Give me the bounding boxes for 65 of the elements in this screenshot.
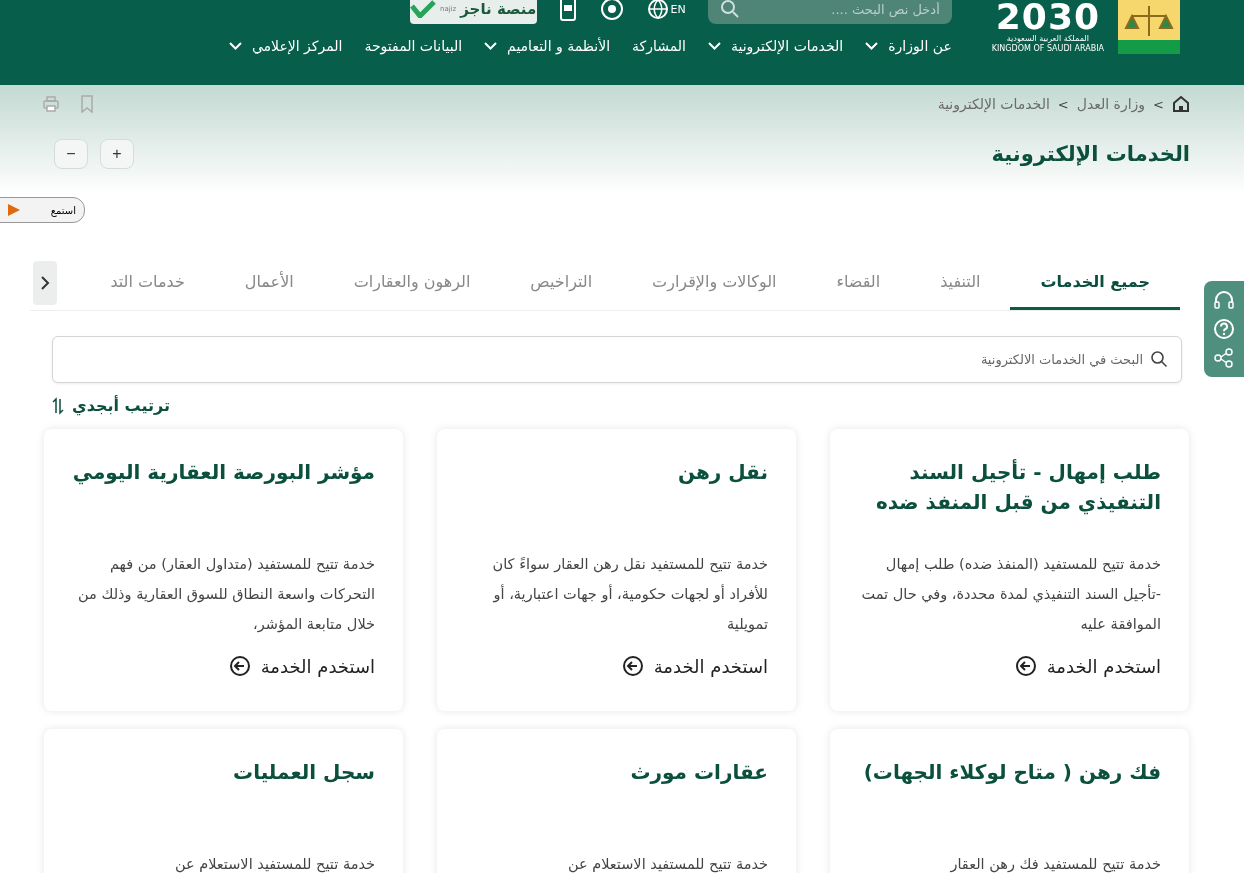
ministry-emblem-logo <box>1118 0 1180 54</box>
chevron-down-icon <box>865 42 879 50</box>
service-title: طلب إمهال - تأجيل السند التنفيذي من قبل المنفذ ضده <box>874 458 1161 517</box>
search-icon <box>1150 350 1168 368</box>
category-tab[interactable]: الأعمال <box>214 255 324 310</box>
service-description: خدمة تتيح للمستفيد نقل رهن العقار سواءً كان للأفراد أو لجهات حكومية، أو جهات اعتبارية، أو تمويلية <box>491 555 768 635</box>
breadcrumb-separator: > <box>1153 96 1164 112</box>
service-description: خدمة تتيح للمستفيد فك رهن العقار <box>949 855 1161 873</box>
nav-item[interactable]: عن الوزارة <box>888 38 952 54</box>
arrow-left-circle-icon <box>1014 655 1037 677</box>
service-title: نقل رهن <box>676 459 768 486</box>
sort-arrows-icon <box>52 396 64 415</box>
chevron-right-icon <box>40 275 50 291</box>
chevron-down-icon <box>228 42 242 50</box>
play-icon <box>7 203 21 217</box>
language-label[interactable]: EN <box>670 2 686 16</box>
service-title: عقارات مورث <box>629 759 768 786</box>
service-title: فك رهن ( متاح لوكلاء الجهات) <box>862 759 1161 786</box>
share-icon[interactable] <box>1213 347 1235 370</box>
service-title: سجل العمليات <box>232 759 375 786</box>
category-tab[interactable]: التنفيذ <box>910 255 1011 310</box>
service-description: خدمة تتيح للمستفيد الاستعلام عن <box>173 855 375 873</box>
check-icon <box>409 0 436 18</box>
use-service-link[interactable]: استخدم الخدمة <box>1014 655 1161 677</box>
zoom-button[interactable]: + <box>100 139 134 169</box>
page-title: الخدمات الإلكترونية <box>991 142 1190 166</box>
mobile-icon[interactable] <box>558 0 577 21</box>
category-tab[interactable]: جميع الخدمات <box>1010 255 1180 310</box>
vision-logo-arabic: المملكة العربية السعودية <box>1006 34 1089 44</box>
category-tab[interactable]: الرهون والعقارات <box>323 255 501 310</box>
search-icon <box>719 0 740 19</box>
category-tab[interactable]: خدمات التد <box>80 255 215 310</box>
breadcrumb-link[interactable]: وزارة العدل <box>1076 96 1146 112</box>
headset-icon[interactable] <box>1213 288 1235 311</box>
nav-item[interactable]: المشاركة <box>632 38 686 54</box>
vision-logo-number: 2030 <box>995 0 1100 34</box>
category-tab[interactable]: الوكالات والإقرارت <box>622 255 807 310</box>
breadcrumb-separator: > <box>1057 96 1069 112</box>
breadcrumb-link[interactable]: الخدمات الإلكترونية <box>937 96 1050 112</box>
category-tab[interactable]: التراخيص <box>500 255 623 310</box>
sort-button[interactable]: ترتيب أبجدي <box>52 396 170 415</box>
scroll-tabs-button[interactable] <box>33 261 57 305</box>
service-description: خدمة تتيح للمستفيد (المنفذ ضده) طلب إمهال -تأجيل السند التنفيذي لمدة محددة، وفي حال تمت الموافقة عليه <box>860 555 1161 635</box>
eye-icon[interactable] <box>598 0 625 20</box>
service-title: مؤشر البورصة العقارية اليومي <box>71 459 375 487</box>
home-icon[interactable] <box>1172 95 1190 113</box>
use-service-link[interactable]: استخدم الخدمة <box>621 655 768 677</box>
nav-item[interactable]: الخدمات الإلكترونية <box>731 38 844 54</box>
use-service-link[interactable]: استخدم الخدمة <box>228 655 375 677</box>
service-description: خدمة تتيح للمستفيد الاستعلام عن <box>566 855 768 873</box>
chevron-down-icon <box>708 42 721 50</box>
nav-item[interactable]: المركز الإعلامي <box>251 38 343 54</box>
help-icon[interactable] <box>1213 318 1235 340</box>
service-description: خدمة تتيح للمستفيد (متداول العقار) من فهم التحركات واسعة النطاق للسوق العقارية وذلك من خلال متابعة المؤشر، <box>77 555 375 635</box>
globe-icon[interactable] <box>646 0 669 20</box>
zoom-button[interactable]: − <box>54 139 88 169</box>
service-search-field[interactable]: البحث في الخدمات الالكترونية <box>52 336 1182 383</box>
nav-item[interactable]: البيانات المفتوحة <box>364 38 463 54</box>
chevron-down-icon <box>484 42 498 50</box>
arrow-left-circle-icon <box>621 655 644 677</box>
category-tab[interactable]: القضاء <box>806 255 911 310</box>
vision-logo-english: KINGDOM OF SAUDI ARABIA <box>991 44 1104 54</box>
arrow-left-circle-icon <box>228 655 251 677</box>
listen-button[interactable]: استمع <box>0 197 85 223</box>
nav-item[interactable]: الأنظمة و التعاميم <box>507 38 611 54</box>
